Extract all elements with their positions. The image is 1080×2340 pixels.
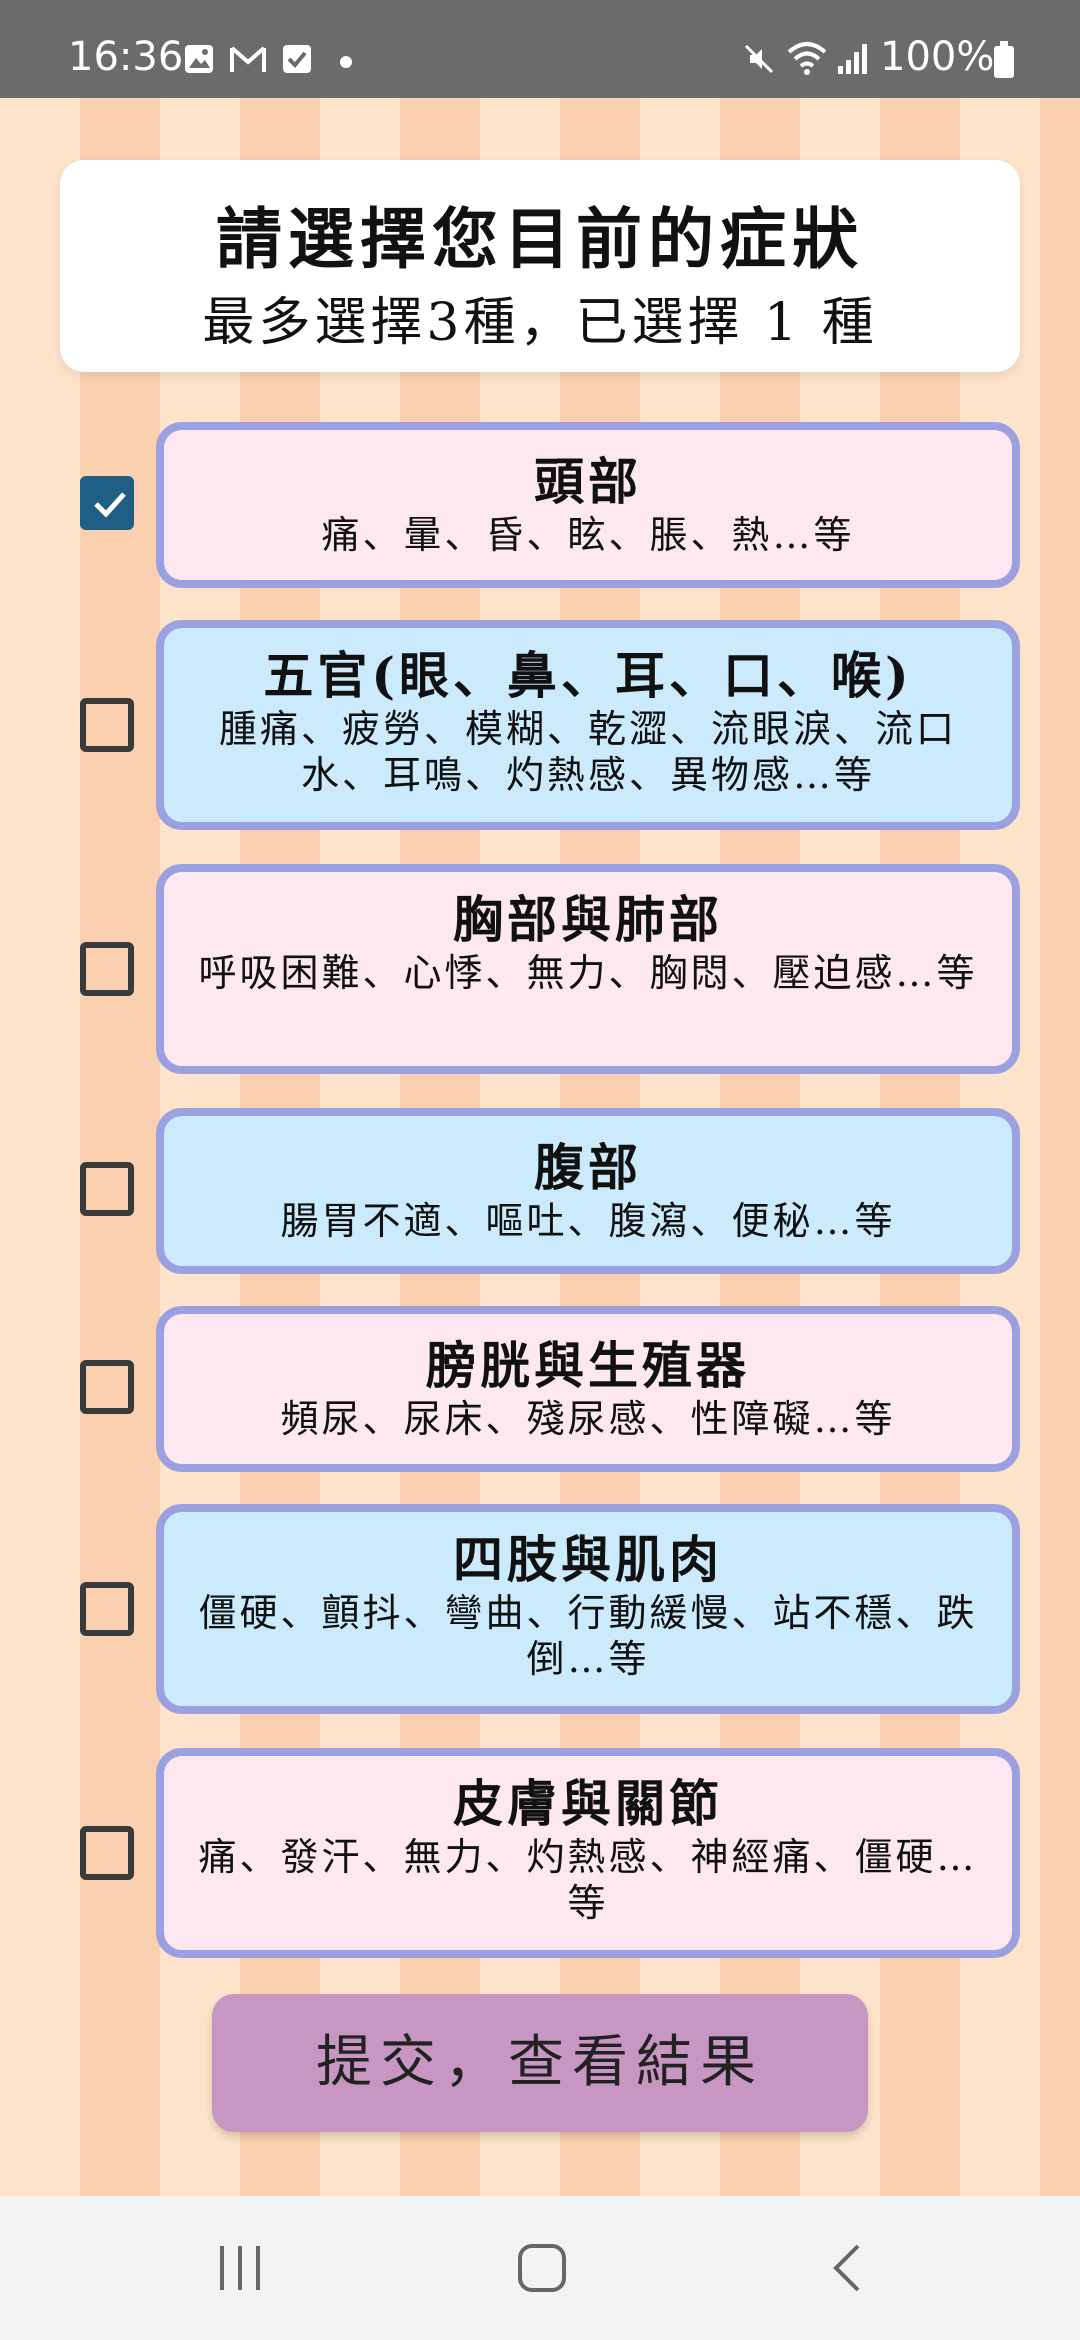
symptom-card-bladder[interactable]: 膀胱與生殖器 頻尿、尿床、殘尿感、性障礙…等 [156,1306,1020,1472]
battery-icon [994,41,1014,78]
header-card: 請選擇您目前的症狀 最多選擇3種，已選擇 1 種 [60,160,1020,372]
symptom-desc: 頻尿、尿床、殘尿感、性障礙…等 [280,1397,896,1441]
checkbox-face[interactable] [80,698,134,752]
notification-dot [340,56,352,68]
checkbox-head[interactable] [80,476,134,530]
checkbox-skin[interactable] [80,1826,134,1880]
page-title: 請選擇您目前的症狀 [216,200,864,278]
recent-apps-icon[interactable] [216,2242,266,2294]
symptom-card-limbs[interactable]: 四肢與肌肉 僵硬、顫抖、彎曲、行動緩慢、站不穩、跌倒…等 [156,1504,1020,1714]
symptom-title: 五官(眼、鼻、耳、口、喉) [263,646,913,705]
navigation-bar [0,2196,1080,2340]
symptom-title: 膀胱與生殖器 [426,1336,750,1395]
signal-icon [838,44,867,74]
symptom-desc: 僵硬、顫抖、彎曲、行動緩慢、站不穩、跌倒…等 [198,1591,978,1681]
mute-icon [744,44,774,74]
symptom-title: 四肢與肌肉 [453,1530,723,1589]
selection-count: 最多選擇3種，已選擇 1 種 [202,293,878,353]
symptom-title: 皮膚與關節 [453,1774,723,1833]
back-icon[interactable] [828,2242,868,2294]
symptom-card-face[interactable]: 五官(眼、鼻、耳、口、喉) 腫痛、疲勞、模糊、乾澀、流眼淚、流口水、耳鳴、灼熱感… [156,620,1020,830]
checkbox-notification-icon [283,45,311,73]
symptom-card-head[interactable]: 頭部 痛、暈、昏、眩、脹、熱…等 [156,422,1020,588]
status-bar: 16:36 100% [0,0,1080,98]
symptom-title: 胸部與肺部 [453,890,723,949]
status-time: 16:36 [68,34,184,80]
check-icon [94,492,126,518]
gmail-icon [230,46,266,72]
battery-percent: 100% [880,34,995,80]
symptom-desc: 呼吸困難、心悸、無力、胸悶、壓迫感…等 [198,951,978,995]
symptom-card-skin[interactable]: 皮膚與關節 痛、發汗、無力、灼熱感、神經痛、僵硬…等 [156,1748,1020,1958]
symptom-title: 腹部 [534,1138,642,1197]
symptom-card-chest[interactable]: 胸部與肺部 呼吸困難、心悸、無力、胸悶、壓迫感…等 [156,864,1020,1074]
submit-button[interactable]: 提交，查看結果 [212,1994,868,2132]
checkbox-limbs[interactable] [80,1582,134,1636]
checkbox-chest[interactable] [80,942,134,996]
checkbox-bladder[interactable] [80,1360,134,1414]
symptom-desc: 腸胃不適、嘔吐、腹瀉、便秘…等 [280,1199,896,1243]
symptom-desc: 痛、發汗、無力、灼熱感、神經痛、僵硬…等 [198,1835,978,1925]
symptom-desc: 痛、暈、昏、眩、脹、熱…等 [321,513,855,557]
gallery-icon [185,45,213,73]
symptom-title: 頭部 [534,452,642,511]
home-icon[interactable] [516,2242,568,2294]
symptom-desc: 腫痛、疲勞、模糊、乾澀、流眼淚、流口水、耳鳴、灼熱感、異物感…等 [218,707,957,797]
symptom-card-abdomen[interactable]: 腹部 腸胃不適、嘔吐、腹瀉、便秘…等 [156,1108,1020,1274]
wifi-icon [787,42,827,75]
checkbox-abdomen[interactable] [80,1162,134,1216]
